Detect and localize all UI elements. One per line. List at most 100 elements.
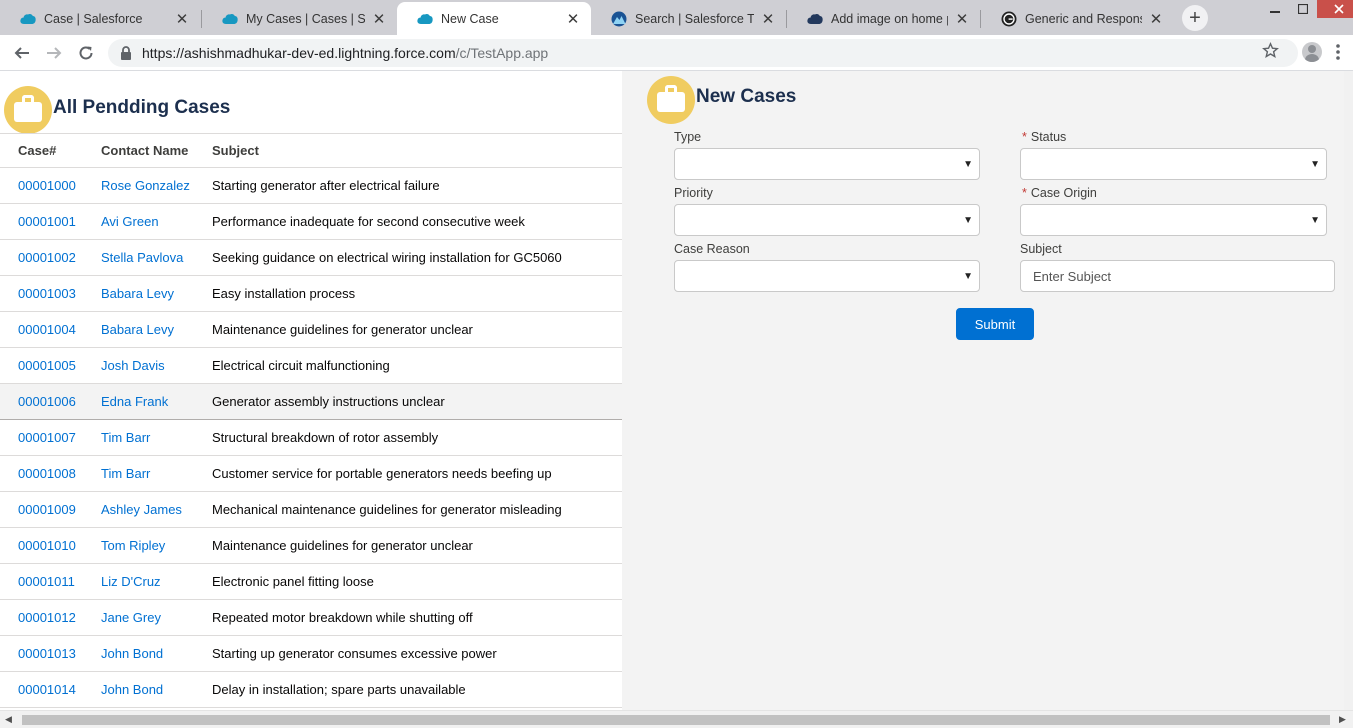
scroll-left-arrow-icon[interactable]: ◀ [5,714,12,725]
back-arrow-icon[interactable] [10,41,34,65]
column-header-contact-name[interactable]: Contact Name [101,133,212,168]
case-briefcase-icon [647,76,695,124]
contact-name-link[interactable]: Josh Davis [101,347,212,384]
case-origin-label-text: Case Origin [1030,186,1097,200]
type-label: Type [674,130,701,144]
bookmark-star-icon[interactable] [1262,42,1279,64]
close-tab-icon[interactable]: ✕ [1148,11,1164,28]
close-tab-icon[interactable]: ✕ [565,11,581,28]
table-row: 00001004 Babara Levy Maintenance guideli… [0,311,622,348]
priority-label: Priority [674,186,713,200]
address-bar[interactable]: https://ashishmadhukar-dev-ed.lightning.… [108,39,1298,67]
ge-logo-icon [1001,11,1017,27]
browser-tab[interactable]: Add image on home page ✕ [787,2,980,35]
case-number-link[interactable]: 00001008 [0,455,101,492]
table-row-hovered: 00001006 Edna Frank Generator assembly i… [0,383,622,420]
profile-avatar-icon[interactable] [1302,42,1322,62]
dropdown-caret-icon: ▼ [963,159,973,170]
table-row: 00001001 Avi Green Performance inadequat… [0,203,622,240]
contact-name-link[interactable]: John Bond [101,635,212,672]
case-origin-select[interactable]: ▼ [1020,204,1327,236]
close-tab-icon[interactable]: ✕ [174,11,190,28]
new-case-panel: New Cases Type ▼ * Status ▼ Priority ▼ * C… [622,71,1353,710]
case-number-link[interactable]: 00001004 [0,311,101,348]
salesforce-cloud-icon [417,11,433,27]
type-select[interactable]: ▼ [674,148,980,180]
browser-tab-active[interactable]: New Case ✕ [397,2,591,35]
case-subject: Delay in installation; spare parts unava… [212,671,622,708]
maximize-icon[interactable] [1289,0,1317,18]
table-row: 00001008 Tim Barr Customer service for p… [0,455,622,492]
column-header-subject[interactable]: Subject [212,133,622,168]
scroll-right-arrow-icon[interactable]: ▶ [1339,714,1346,725]
column-header-case-number[interactable]: Case# [0,133,101,168]
minimize-icon[interactable] [1261,0,1289,18]
subject-input[interactable] [1020,260,1335,292]
case-number-link[interactable]: 00001011 [0,563,101,600]
scrollbar-thumb[interactable] [22,715,1330,725]
case-subject: Easy installation process [212,275,622,312]
dropdown-caret-icon: ▼ [1310,159,1320,170]
priority-select[interactable]: ▼ [674,204,980,236]
contact-name-link[interactable]: Babara Levy [101,311,212,348]
salesforce-cloud-icon [222,11,238,27]
contact-name-link[interactable]: Tim Barr [101,455,212,492]
browser-tab[interactable]: Generic and Responsive ✕ [981,2,1174,35]
case-number-link[interactable]: 00001000 [0,167,101,204]
case-subject: Generator assembly instructions unclear [212,383,622,420]
contact-name-link[interactable]: Jane Grey [101,599,212,636]
case-reason-label-text: Case Reason [674,242,750,256]
browser-tab[interactable]: Case | Salesforce ✕ [0,2,200,35]
case-number-link[interactable]: 00001005 [0,347,101,384]
contact-name-link[interactable]: Tim Barr [101,419,212,456]
case-reason-select[interactable]: ▼ [674,260,980,292]
forward-arrow-icon[interactable] [42,41,66,65]
contact-name-link[interactable]: Ashley James [101,491,212,528]
browser-toolbar: https://ashishmadhukar-dev-ed.lightning.… [0,35,1353,71]
case-number-link[interactable]: 00001006 [0,383,101,420]
salesforce-cloud-icon [20,11,36,27]
pending-cases-panel: All Pendding Cases Case# Contact Name Su… [0,71,622,710]
contact-name-link[interactable]: Edna Frank [101,383,212,420]
horizontal-scrollbar[interactable]: ◀ ▶ [0,710,1353,728]
case-briefcase-icon [4,86,52,134]
contact-name-link[interactable]: Stella Pavlova [101,239,212,276]
vertical-scrollbar[interactable] [1344,71,1353,710]
contact-name-link[interactable]: Rose Gonzalez [101,167,212,204]
table-row: 00001014 John Bond Delay in installation… [0,671,622,708]
tab-title: New Case [441,11,499,26]
dropdown-caret-icon: ▼ [963,215,973,226]
case-subject: Starting generator after electrical fail… [212,167,622,204]
close-tab-icon[interactable]: ✕ [954,11,970,28]
contact-name-link[interactable]: Babara Levy [101,275,212,312]
contact-name-link[interactable]: Liz D'Cruz [101,563,212,600]
case-number-link[interactable]: 00001009 [0,491,101,528]
reload-icon[interactable] [74,41,98,65]
contact-name-link[interactable]: Tom Ripley [101,527,212,564]
table-row: 00001009 Ashley James Mechanical mainten… [0,491,622,528]
status-select[interactable]: ▼ [1020,148,1327,180]
contact-name-link[interactable]: Avi Green [101,203,212,240]
case-number-link[interactable]: 00001007 [0,419,101,456]
contact-name-link[interactable]: John Bond [101,671,212,708]
status-label: * Status [1022,130,1066,144]
submit-button[interactable]: Submit [956,308,1034,340]
case-number-link[interactable]: 00001013 [0,635,101,672]
new-tab-button[interactable]: + [1182,5,1208,31]
browser-menu-icon[interactable] [1336,44,1340,60]
cases-table: Case# Contact Name Subject 00001000 Rose… [0,133,622,708]
tab-title: Search | Salesforce Trailhead [635,11,754,26]
case-number-link[interactable]: 00001003 [0,275,101,312]
browser-tab[interactable]: My Cases | Cases | Salesforce ✕ [202,2,397,35]
close-tab-icon[interactable]: ✕ [371,11,387,28]
close-tab-icon[interactable]: ✕ [760,11,776,28]
case-number-link[interactable]: 00001001 [0,203,101,240]
case-number-link[interactable]: 00001010 [0,527,101,564]
url-host: https://ashishmadhukar-dev-ed.lightning.… [142,45,456,61]
window-controls [1261,0,1353,20]
case-number-link[interactable]: 00001014 [0,671,101,708]
browser-tab[interactable]: Search | Salesforce Trailhead ✕ [591,2,786,35]
case-number-link[interactable]: 00001002 [0,239,101,276]
close-window-icon[interactable] [1317,0,1353,18]
case-number-link[interactable]: 00001012 [0,599,101,636]
